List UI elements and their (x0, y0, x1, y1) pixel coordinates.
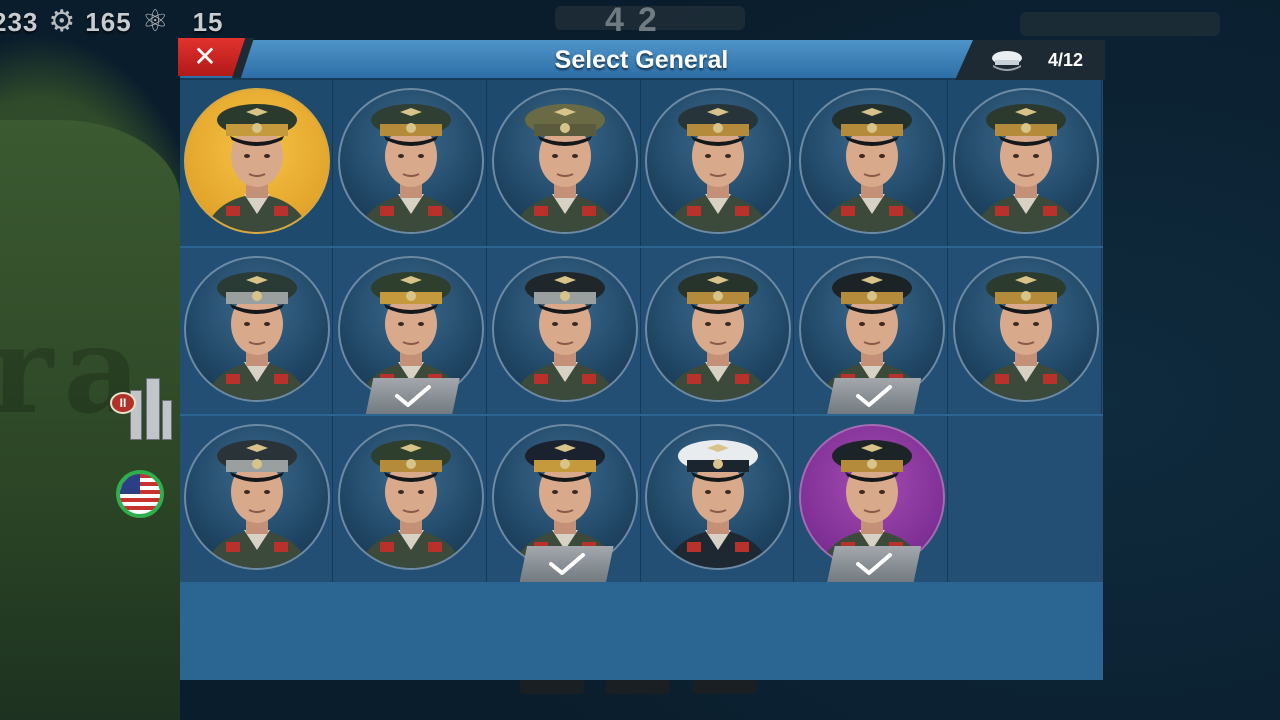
general-portrait[interactable] (645, 256, 792, 402)
general-card[interactable] (641, 80, 795, 246)
general-card[interactable] (949, 248, 1102, 414)
general-portrait[interactable] (953, 88, 1099, 234)
general-portrait[interactable] (645, 424, 792, 570)
general-figure (819, 104, 926, 232)
general-figure (204, 440, 310, 568)
money-value: 233 (0, 6, 39, 37)
general-figure (973, 272, 1079, 400)
general-figure (204, 104, 310, 232)
general-card[interactable] (488, 416, 641, 582)
general-card[interactable] (949, 80, 1102, 246)
city-building (162, 400, 172, 440)
map-ship-unit (1020, 12, 1220, 36)
general-row (180, 248, 1103, 414)
general-card[interactable] (334, 248, 487, 414)
general-row (180, 80, 1103, 246)
resource-bar: 233 ⚙ 165 ⚛ 15 (0, 0, 224, 44)
select-general-dialog: Select General ✕ 4/12 (178, 38, 1105, 680)
checkmark-icon (856, 553, 893, 575)
general-card[interactable] (180, 80, 333, 246)
general-card[interactable] (488, 248, 641, 414)
general-portrait[interactable] (645, 88, 792, 234)
general-card[interactable] (641, 416, 795, 582)
general-portrait[interactable] (491, 256, 638, 402)
selected-count: 4/12 (1047, 49, 1083, 70)
general-count-box: 4/12 (955, 40, 1105, 80)
turn-counter-left: 4 (605, 0, 624, 39)
general-figure (511, 272, 618, 400)
general-figure (665, 104, 772, 232)
general-card[interactable] (795, 248, 949, 414)
officer-cap-icon (988, 49, 1026, 71)
checkmark-icon (548, 553, 585, 575)
general-card[interactable] (641, 248, 795, 414)
selected-check-badge (519, 546, 614, 582)
general-portrait[interactable] (337, 88, 484, 234)
city-level-badge: II (110, 392, 136, 414)
general-figure (357, 104, 464, 232)
general-portrait[interactable] (184, 256, 330, 402)
general-portrait[interactable] (184, 88, 330, 234)
general-card[interactable] (795, 80, 949, 246)
general-figure (357, 440, 464, 568)
general-portrait[interactable] (799, 88, 946, 234)
selected-check-badge (827, 378, 922, 414)
general-card[interactable] (334, 80, 487, 246)
general-portrait[interactable] (184, 424, 330, 570)
general-card[interactable] (180, 416, 333, 582)
selected-check-badge (365, 378, 460, 414)
usa-flag-unit-icon[interactable] (116, 470, 164, 518)
close-icon: ✕ (193, 41, 217, 72)
general-grid (180, 80, 1103, 680)
general-figure (665, 272, 772, 400)
general-portrait[interactable] (953, 256, 1099, 402)
general-card[interactable] (795, 416, 949, 582)
general-card[interactable] (334, 416, 487, 582)
city-marker[interactable] (96, 370, 176, 440)
checkmark-icon (394, 385, 431, 407)
turn-counter: 4 2 (605, 0, 657, 40)
industry-value: 165 (85, 6, 132, 37)
general-figure (973, 104, 1079, 232)
general-card[interactable] (180, 248, 333, 414)
general-figure (665, 440, 772, 568)
general-figure (511, 104, 618, 232)
general-figure (204, 272, 310, 400)
general-portrait[interactable] (337, 424, 484, 570)
turn-counter-right: 2 (637, 0, 657, 39)
general-portrait[interactable] (491, 88, 638, 234)
general-row (180, 416, 1103, 582)
science-value: 15 (192, 6, 224, 37)
gear-icon: ⚙ (48, 5, 76, 38)
atom-icon: ⚛ (141, 5, 169, 38)
city-building (146, 378, 160, 440)
selected-check-badge (827, 546, 922, 582)
general-card[interactable] (488, 80, 641, 246)
checkmark-icon (856, 385, 893, 407)
